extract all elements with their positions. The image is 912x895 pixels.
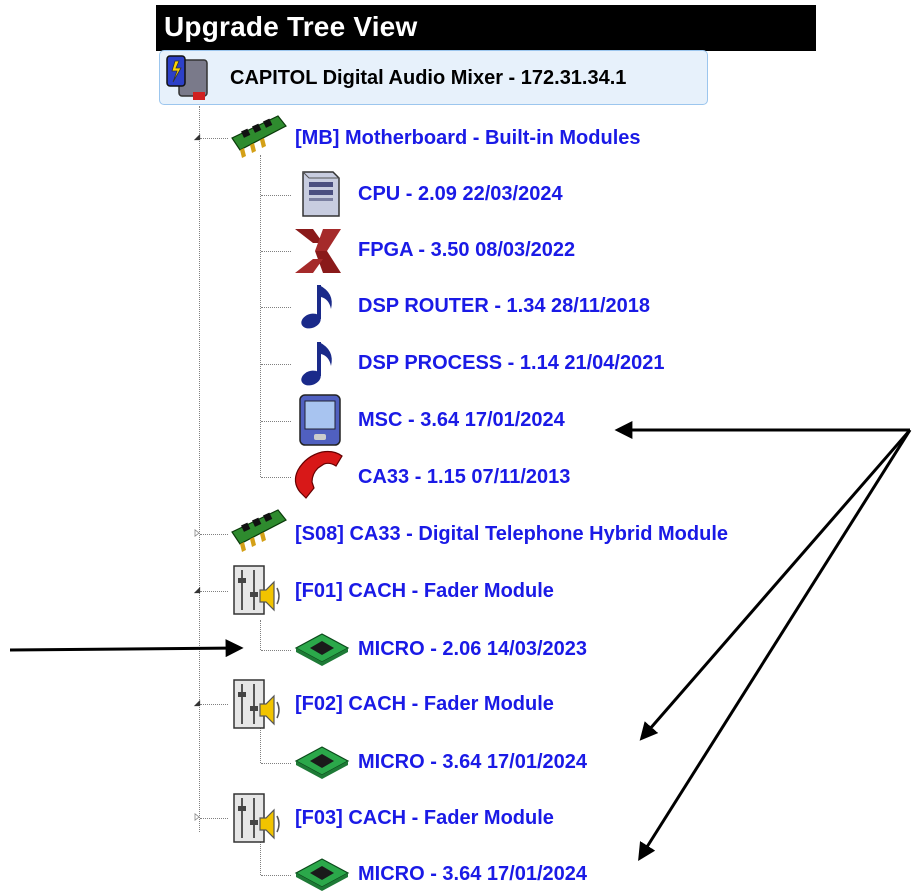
annotation-arrow	[638, 429, 912, 862]
annotation-arrow	[9, 639, 244, 658]
annotation-arrows	[9, 421, 912, 862]
annotation-arrow	[639, 429, 912, 741]
